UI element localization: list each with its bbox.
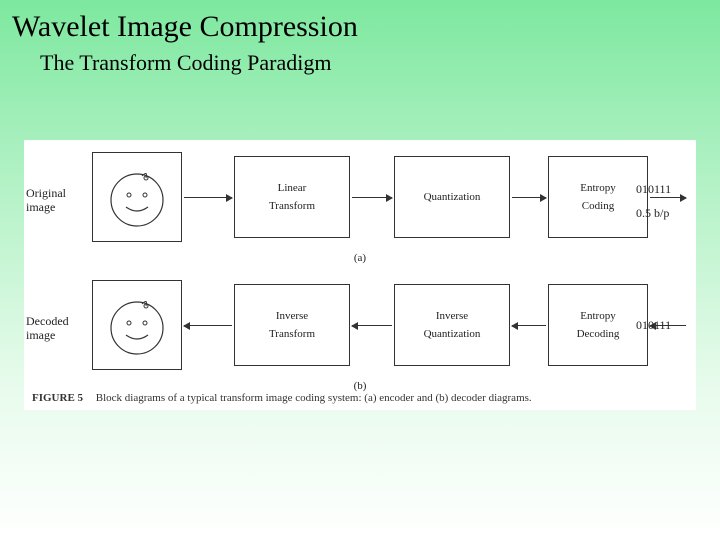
- inverse-transform-box: Inverse Transform: [234, 284, 350, 366]
- bitstream-text: 010111: [636, 182, 692, 196]
- box-label: Coding: [582, 200, 614, 212]
- arrow-icon: [184, 325, 232, 326]
- arrow-icon: [352, 197, 392, 198]
- row-tag-a: (a): [24, 252, 696, 264]
- inverse-quantization-box: Inverse Quantization: [394, 284, 510, 366]
- quantization-box: Quantization: [394, 156, 510, 238]
- box-label: Inverse: [276, 310, 308, 322]
- box-label: Entropy: [580, 310, 615, 322]
- encoder-row: Original image Linear Transform Quantiza…: [24, 152, 696, 248]
- box-label: Quantization: [424, 191, 481, 203]
- figure-caption-text: Block diagrams of a typical transform im…: [96, 392, 532, 404]
- figure-panel: Original image Linear Transform Quantiza…: [24, 140, 696, 410]
- bitrate-text: 0.5 b/p: [636, 206, 692, 220]
- input-bits-label: 010111: [636, 318, 692, 332]
- figure-number: FIGURE 5: [32, 392, 83, 404]
- box-label: Decoding: [577, 328, 620, 340]
- smiley-icon: [102, 290, 172, 360]
- decoded-image-label: Decoded image: [26, 314, 82, 343]
- bitstream-text: 010111: [636, 318, 692, 332]
- arrow-icon: [512, 197, 546, 198]
- page-subtitle: The Transform Coding Paradigm: [0, 44, 720, 76]
- arrow-icon: [184, 197, 232, 198]
- smiley-icon: [102, 162, 172, 232]
- arrow-icon: [512, 325, 546, 326]
- output-bits-label: 010111 0.5 b/p: [636, 182, 692, 221]
- box-label: Entropy: [580, 182, 615, 194]
- entropy-decoding-box: Entropy Decoding: [548, 284, 648, 366]
- arrow-icon: [352, 325, 392, 326]
- original-image-box: [92, 152, 182, 242]
- linear-transform-box: Linear Transform: [234, 156, 350, 238]
- box-label: Transform: [269, 200, 315, 212]
- row-tag-b: (b): [24, 380, 696, 392]
- entropy-coding-box: Entropy Coding: [548, 156, 648, 238]
- box-label: Linear: [278, 182, 307, 194]
- box-label: Inverse: [436, 310, 468, 322]
- figure-caption: FIGURE 5 Block diagrams of a typical tra…: [32, 392, 532, 404]
- box-label: Quantization: [424, 328, 481, 340]
- decoder-row: Decoded image Inverse Transform Inverse …: [24, 280, 696, 376]
- decoded-image-box: [92, 280, 182, 370]
- original-image-label: Original image: [26, 186, 82, 215]
- box-label: Transform: [269, 328, 315, 340]
- page-title: Wavelet Image Compression: [0, 0, 720, 44]
